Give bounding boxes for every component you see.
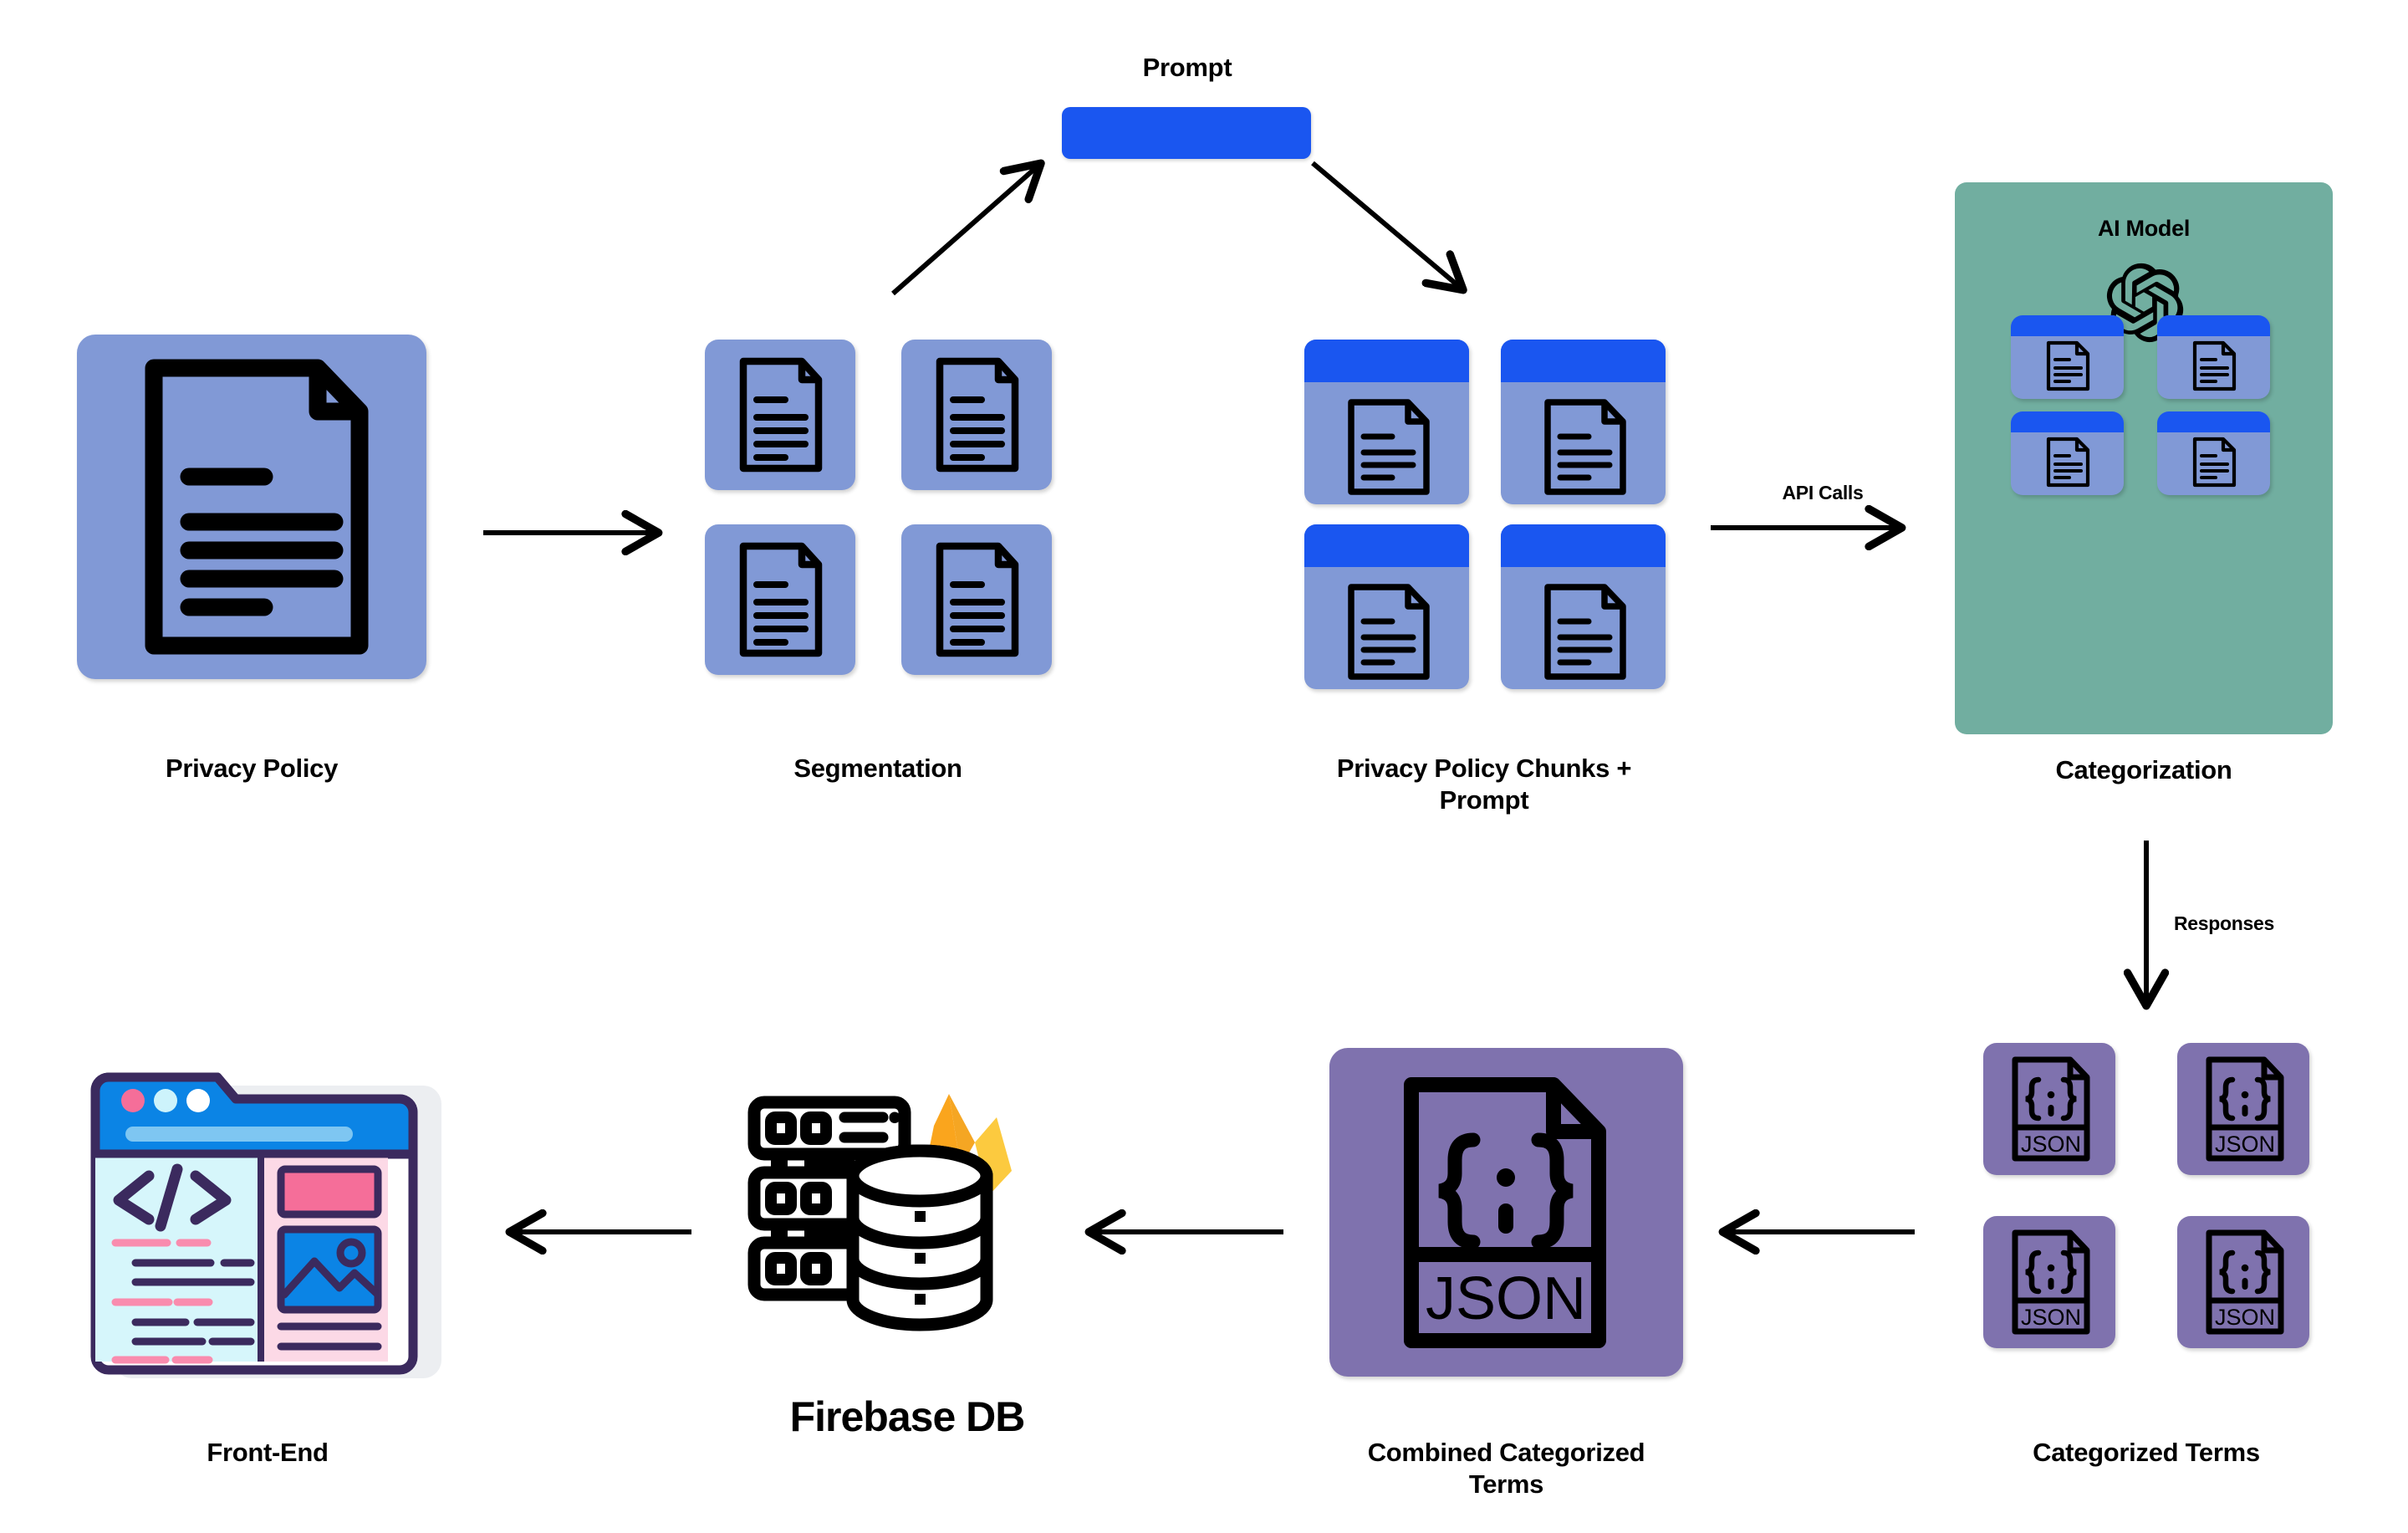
- privacy-policy-label: Privacy Policy: [165, 754, 339, 783]
- document-icon: [1544, 399, 1626, 495]
- ai-model-label: AI Model: [2097, 216, 2191, 241]
- window-dot-white: [186, 1089, 210, 1112]
- document-icon: [2192, 437, 2237, 488]
- firebase-db-label: Firebase DB: [789, 1393, 1026, 1440]
- document-icon: [1544, 584, 1626, 680]
- prompt-bar: [1062, 107, 1311, 159]
- categorized-json-card-3: JSON: [1983, 1216, 2115, 1348]
- json-file-icon: JSON: [2012, 1229, 2090, 1335]
- document-icon: [2046, 340, 2090, 391]
- categorized-card-1: [2011, 315, 2124, 399]
- chunk-card-4: [1501, 524, 1666, 689]
- chunks-prompt-label: Privacy Policy Chunks + Prompt: [1336, 754, 1632, 815]
- categorized-json-card-1: JSON: [1983, 1043, 2115, 1175]
- arrow-prompt-to-chunks: [1311, 161, 1462, 289]
- categorization-label: Categorization: [2055, 755, 2232, 784]
- json-badge-text: JSON: [2021, 1132, 2081, 1157]
- combined-terms-label: Combined Categorized Terms: [1367, 1438, 1645, 1499]
- document-icon: [1348, 399, 1430, 495]
- json-badge-text: JSON: [2215, 1305, 2275, 1330]
- chunk-card-1: [1304, 340, 1469, 504]
- categorized-card-3: [2011, 411, 2124, 495]
- diagram-canvas: Prompt Privacy Policy Segmentation Priva…: [0, 0, 2408, 1533]
- segment-tile-3: [705, 524, 855, 675]
- document-icon: [2192, 340, 2237, 391]
- privacy-policy-tile: [77, 335, 426, 679]
- segment-tile-2: [901, 340, 1052, 490]
- categorized-terms-label: Categorized Terms: [2033, 1438, 2260, 1467]
- document-icon: [739, 357, 823, 473]
- document-icon: [739, 542, 823, 657]
- database-server-icon: [747, 1094, 1012, 1331]
- chunk-card-2: [1501, 340, 1666, 504]
- json-badge-text: JSON: [2021, 1305, 2081, 1330]
- categorized-json-card-2: JSON: [2177, 1043, 2309, 1175]
- document-icon: [2046, 437, 2090, 488]
- api-calls-edge-label: API Calls: [1782, 482, 1864, 503]
- front-end-label: Front-End: [207, 1438, 329, 1467]
- combined-terms-tile: JSON: [1329, 1048, 1683, 1377]
- image-block: [277, 1225, 382, 1314]
- json-badge-text: JSON: [2215, 1132, 2275, 1157]
- document-icon: [1348, 584, 1430, 680]
- categorized-card-2: [2157, 315, 2270, 399]
- firebase-db-node: [736, 1062, 1079, 1355]
- document-icon: [936, 542, 1019, 657]
- json-file-icon: JSON: [1404, 1077, 1606, 1348]
- responses-edge-label: Responses: [2174, 912, 2275, 934]
- json-file-icon: JSON: [2206, 1229, 2284, 1335]
- browser-code-icon: [90, 1072, 441, 1378]
- window-dot-red: [121, 1089, 145, 1112]
- document-icon: [145, 359, 369, 655]
- json-badge-text: JSON: [1426, 1265, 1586, 1332]
- categorized-json-card-4: JSON: [2177, 1216, 2309, 1348]
- categorized-card-4: [2157, 411, 2270, 495]
- front-end-node: [84, 1052, 452, 1387]
- segment-tile-1: [705, 340, 855, 490]
- address-bar: [125, 1127, 353, 1142]
- json-file-icon: JSON: [2206, 1056, 2284, 1162]
- arrow-segmentation-to-prompt: [891, 165, 1039, 296]
- banner-block: [277, 1165, 382, 1219]
- json-file-icon: JSON: [2012, 1056, 2090, 1162]
- segment-tile-4: [901, 524, 1052, 675]
- window-dot-cyan: [154, 1089, 177, 1112]
- document-icon: [936, 357, 1019, 473]
- prompt-label: Prompt: [1142, 53, 1232, 82]
- chunk-card-3: [1304, 524, 1469, 689]
- segmentation-label: Segmentation: [793, 754, 962, 783]
